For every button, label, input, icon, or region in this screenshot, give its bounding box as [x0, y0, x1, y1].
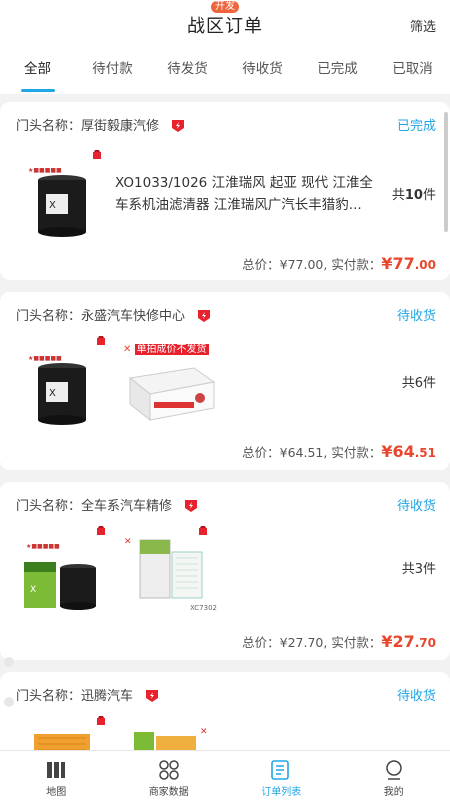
promo-tag-icon	[97, 336, 105, 345]
air-filter-image	[34, 734, 90, 750]
nav-mine[interactable]: 我的	[338, 751, 450, 800]
oil-filter-image: ★■■■■■ X	[28, 167, 86, 237]
filter-code: XC7302	[190, 604, 217, 612]
svg-text:X: X	[49, 388, 56, 399]
oil-filter-box-image: ★■■■■■ X	[24, 543, 96, 610]
store-name: 门头名称：全车系汽车精修	[16, 495, 198, 514]
store-name: 门头名称：永盛汽车快修中心	[16, 305, 211, 324]
tab-completed[interactable]: 已完成	[300, 46, 375, 94]
tab-cancelled[interactable]: 已取消	[375, 46, 450, 94]
promo-label: ✕ 单拍成价不发货	[123, 344, 209, 355]
paid-amount: ¥77.00	[381, 254, 436, 273]
scroll-dot	[4, 697, 14, 707]
svg-text:✕: ✕	[200, 727, 208, 737]
oil-filter-image: ★■■■■■ X	[28, 355, 86, 425]
svg-text:★■■■■■: ★■■■■■	[28, 355, 62, 362]
order-status: 已完成	[396, 119, 436, 134]
store-name: 门头名称：迅腾汽车	[16, 685, 159, 704]
tab-pending-shipment[interactable]: 待发货	[150, 46, 225, 94]
user-icon	[386, 760, 402, 780]
cabin-filter-box-image	[128, 367, 216, 422]
filter-button[interactable]: 筛选	[410, 16, 436, 35]
scroll-dot	[4, 657, 14, 667]
paid-amount: ¥64.51	[381, 442, 436, 461]
nav-map[interactable]: 地图	[0, 751, 113, 800]
order-total: 总价：¥27.70, 实付款：¥27.70	[242, 632, 436, 651]
order-status: 待收货	[396, 689, 436, 704]
store-badge-icon	[146, 690, 159, 702]
paid-amount: ¥27.70	[381, 632, 436, 651]
svg-text:★■■■■■: ★■■■■■	[26, 543, 60, 550]
order-card[interactable]: 门头名称：全车系汽车精修 待收货 ★■■■■■ X ✕ XC7302 共3件 总…	[0, 482, 450, 660]
order-card[interactable]: 门头名称：厚街毅康汽修 已完成 ★■■■■■ X XO1033/1026 江淮瑞…	[0, 102, 450, 280]
item-count: 共6件	[401, 376, 436, 391]
order-total: 总价：¥77.00, 实付款：¥77.00	[242, 254, 436, 273]
order-status: 待收货	[396, 499, 436, 514]
scrollbar[interactable]	[444, 112, 448, 232]
svg-text:✕: ✕	[124, 537, 132, 547]
svg-text:X: X	[49, 200, 56, 211]
item-count: 共10件	[391, 188, 436, 203]
map-icon	[47, 762, 66, 778]
store-badge-icon	[198, 310, 211, 322]
order-card[interactable]: 门头名称：永盛汽车快修中心 待收货 ★■■■■■ X ✕ 单拍成价不发货 共6件…	[0, 292, 450, 470]
nav-order-list[interactable]: 订单列表	[225, 751, 338, 800]
bottom-nav: 地图 商家数据 订单列表 我的	[0, 750, 450, 800]
svg-text:X: X	[30, 585, 36, 595]
product-name: XO1033/1026 江淮瑞风 起亚 现代 江淮全车系机油滤清器 江淮瑞风广汽…	[115, 175, 373, 213]
tab-pending-payment[interactable]: 待付款	[75, 46, 150, 94]
promo-tag-icon	[93, 150, 101, 159]
item-count: 共3件	[401, 562, 436, 577]
air-filter-image: ✕	[134, 727, 208, 750]
order-total: 总价：¥64.51, 实付款：¥64.51	[242, 442, 436, 461]
store-name: 门头名称：厚街毅康汽修	[16, 115, 185, 134]
svg-text:★■■■■■: ★■■■■■	[28, 167, 62, 174]
top-bar: 开发 战区订单 筛选	[0, 0, 450, 46]
order-card[interactable]: 门头名称：迅腾汽车 待收货 ✕	[0, 672, 450, 750]
store-badge-icon	[185, 500, 198, 512]
tab-all[interactable]: 全部	[0, 46, 75, 94]
order-list: 门头名称：厚街毅康汽修 已完成 ★■■■■■ X XO1033/1026 江淮瑞…	[0, 94, 450, 750]
promo-tag-icon	[97, 526, 105, 535]
page-title: 战区订单	[187, 16, 263, 37]
grid-icon	[159, 760, 179, 780]
store-badge-icon	[172, 120, 185, 132]
list-icon	[271, 760, 290, 780]
tab-pending-receipt[interactable]: 待收货	[225, 46, 300, 94]
nav-merchant-data[interactable]: 商家数据	[113, 751, 226, 800]
cabin-filter-image: ✕	[124, 537, 203, 599]
order-status-tabs: 全部 待付款 待发货 待收货 已完成 已取消	[0, 46, 450, 94]
promo-tag-icon	[97, 716, 105, 725]
order-status: 待收货	[396, 309, 436, 324]
